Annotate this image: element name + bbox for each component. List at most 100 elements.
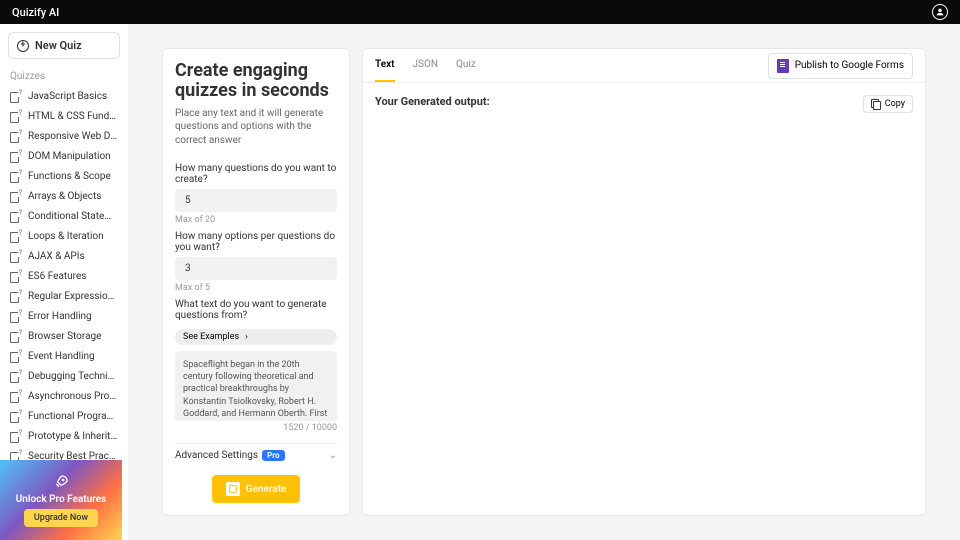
advanced-label: Advanced Settings — [175, 450, 258, 461]
copy-icon — [871, 99, 881, 109]
quiz-icon — [10, 310, 22, 322]
quiz-icon — [10, 410, 22, 422]
main-area: Create engaging quizzes in seconds Place… — [128, 24, 960, 540]
sidebar-quiz-item[interactable]: Browser Storage — [0, 326, 128, 346]
quiz-label: Regular Expressions — [28, 291, 118, 302]
output-tabs-row: Text JSON Quiz Publish to Google Forms — [363, 49, 925, 83]
quiz-label: Event Handling — [28, 351, 95, 362]
advanced-settings-toggle[interactable]: Advanced Settings Pro ⌄ — [175, 443, 337, 461]
sidebar-quiz-item[interactable]: Conditional Statements — [0, 206, 128, 226]
tab-quiz[interactable]: Quiz — [456, 49, 476, 82]
quiz-label: Error Handling — [28, 311, 92, 322]
sidebar-quiz-item[interactable]: Loops & Iteration — [0, 226, 128, 246]
quiz-icon — [10, 90, 22, 102]
sidebar-quiz-item[interactable]: ES6 Features — [0, 266, 128, 286]
quiz-icon — [10, 190, 22, 202]
sidebar-quiz-item[interactable]: Prototype & Inheritance — [0, 426, 128, 446]
quiz-icon — [10, 170, 22, 182]
output-panel: Text JSON Quiz Publish to Google Forms You… — [362, 48, 926, 516]
user-icon — [935, 7, 945, 17]
sidebar-quiz-item[interactable]: Debugging Techniques — [0, 366, 128, 386]
create-heading: Create engaging quizzes in seconds — [175, 61, 337, 101]
see-examples-button[interactable]: See Examples › — [175, 329, 337, 345]
sidebar-quiz-item[interactable]: Asynchronous Programming — [0, 386, 128, 406]
sidebar-quiz-item[interactable]: Responsive Web Design — [0, 126, 128, 146]
quiz-icon — [10, 250, 22, 262]
quiz-label: ES6 Features — [28, 271, 86, 282]
quiz-icon — [10, 230, 22, 242]
app-title: Quizify AI — [12, 6, 59, 19]
option-count-input[interactable] — [175, 257, 337, 280]
quiz-icon — [10, 290, 22, 302]
publish-label: Publish to Google Forms — [795, 60, 904, 71]
quiz-label: Arrays & Objects — [28, 191, 101, 202]
examples-label: See Examples — [183, 332, 239, 342]
quiz-icon — [10, 330, 22, 342]
sidebar-quiz-item[interactable]: HTML & CSS Fundamentals — [0, 106, 128, 126]
quiz-icon — [10, 390, 22, 402]
quiz-icon — [10, 350, 22, 362]
new-quiz-button[interactable]: + New Quiz — [8, 32, 120, 59]
sidebar-quiz-item[interactable]: AJAX & APIs — [0, 246, 128, 266]
quiz-icon — [10, 430, 22, 442]
sidebar-section-label: Quizzes — [0, 67, 128, 86]
publish-button[interactable]: Publish to Google Forms — [768, 53, 913, 79]
output-area: Your Generated output: Copy — [363, 83, 925, 125]
quiz-label: Browser Storage — [28, 331, 101, 342]
copy-label: Copy — [885, 99, 905, 109]
google-forms-icon — [777, 59, 789, 73]
rocket-icon — [53, 474, 69, 490]
chevron-right-icon: › — [245, 332, 248, 342]
option-count-label: How many options per questions do you wa… — [175, 231, 337, 253]
generate-label: Generate — [246, 484, 287, 495]
quiz-label: HTML & CSS Fundamentals — [28, 111, 118, 122]
quiz-icon — [10, 270, 22, 282]
quiz-label: Functions & Scope — [28, 171, 111, 182]
user-avatar[interactable] — [932, 4, 948, 20]
sidebar-quiz-item[interactable]: Error Handling — [0, 306, 128, 326]
sidebar-quiz-item[interactable]: JavaScript Basics — [0, 86, 128, 106]
pro-upsell: Unlock Pro Features Upgrade Now — [0, 460, 122, 540]
quiz-icon — [10, 210, 22, 222]
pro-badge: Pro — [262, 450, 284, 461]
quiz-label: AJAX & APIs — [28, 251, 85, 262]
sidebar-quiz-item[interactable]: Event Handling — [0, 346, 128, 366]
quiz-icon — [10, 130, 22, 142]
quiz-label: Loops & Iteration — [28, 231, 104, 242]
question-count-label: How many questions do you want to create… — [175, 163, 337, 185]
quiz-label: Asynchronous Programming — [28, 391, 118, 402]
chevron-down-icon: ⌄ — [329, 450, 337, 461]
create-panel: Create engaging quizzes in seconds Place… — [162, 48, 350, 516]
upgrade-button[interactable]: Upgrade Now — [24, 509, 98, 527]
topbar: Quizify AI — [0, 0, 960, 24]
question-count-input[interactable] — [175, 189, 337, 212]
sidebar-quiz-item[interactable]: Arrays & Objects — [0, 186, 128, 206]
quiz-label: DOM Manipulation — [28, 151, 111, 162]
sidebar-quiz-item[interactable]: Functions & Scope — [0, 166, 128, 186]
pro-title: Unlock Pro Features — [16, 494, 107, 505]
generate-icon — [226, 482, 240, 496]
generate-button[interactable]: Generate — [212, 475, 301, 503]
sidebar-quiz-item[interactable]: Regular Expressions — [0, 286, 128, 306]
source-text-input[interactable] — [175, 351, 337, 421]
tab-text[interactable]: Text — [375, 49, 395, 82]
quiz-label: Prototype & Inheritance — [28, 431, 118, 442]
sidebar-quiz-item[interactable]: DOM Manipulation — [0, 146, 128, 166]
quiz-label: Conditional Statements — [28, 211, 118, 222]
sidebar: + New Quiz Quizzes JavaScript Basics HTML… — [0, 24, 128, 540]
quiz-label: Debugging Techniques — [28, 371, 118, 382]
quiz-label: Functional Programming C... — [28, 411, 118, 422]
source-text-label: What text do you want to generate questi… — [175, 299, 337, 321]
tab-json[interactable]: JSON — [413, 49, 438, 82]
plus-circle-icon: + — [17, 40, 29, 52]
sidebar-quiz-item[interactable]: Functional Programming C... — [0, 406, 128, 426]
quiz-label: JavaScript Basics — [28, 91, 107, 102]
question-count-hint: Max of 20 — [175, 215, 337, 225]
copy-button[interactable]: Copy — [863, 95, 913, 113]
quiz-label: Responsive Web Design — [28, 131, 118, 142]
create-subheading: Place any text and it will generate ques… — [175, 107, 337, 148]
output-title: Your Generated output: — [375, 95, 490, 108]
quiz-icon — [10, 150, 22, 162]
quiz-icon — [10, 370, 22, 382]
new-quiz-label: New Quiz — [35, 39, 82, 52]
